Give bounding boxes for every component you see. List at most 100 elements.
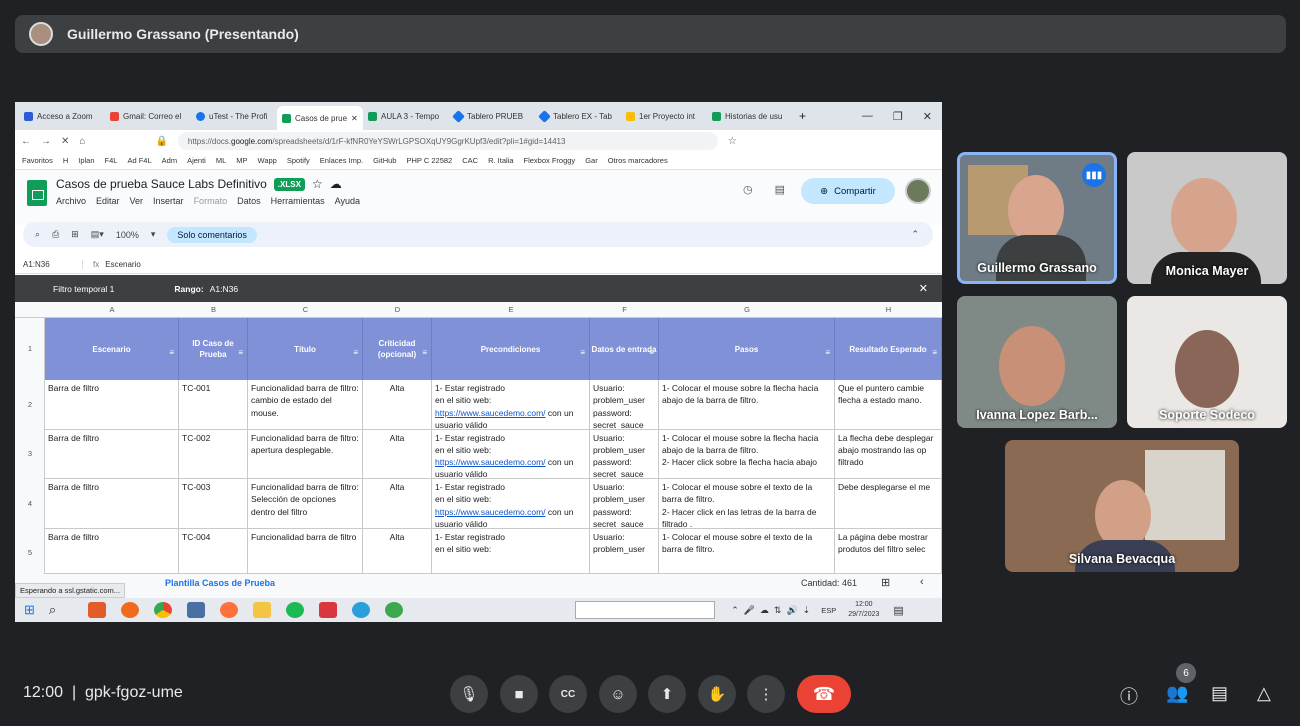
chrome-icon[interactable] bbox=[154, 602, 173, 618]
language-indicator[interactable]: ESP bbox=[821, 606, 836, 615]
folder-icon[interactable] bbox=[253, 602, 272, 618]
filter-icon[interactable]: ≡ bbox=[169, 347, 174, 358]
name-box[interactable]: A1:N36 bbox=[15, 260, 83, 269]
table-cell[interactable]: Funcionalidad barra de filtro: apertura … bbox=[248, 429, 363, 479]
participant-tile[interactable]: Soporte Sodeco bbox=[1127, 296, 1287, 428]
menu-item[interactable]: Herramientas bbox=[271, 196, 325, 206]
row-number[interactable]: 3 bbox=[15, 449, 45, 458]
participant-tile[interactable]: Silvana Bevacqua bbox=[1005, 440, 1239, 572]
filter-icon[interactable]: ≡ bbox=[422, 347, 427, 358]
row-number[interactable]: 1 bbox=[15, 344, 45, 353]
home-icon[interactable]: ⌂ bbox=[79, 136, 85, 147]
participant-tile[interactable]: Monica Mayer bbox=[1127, 152, 1287, 284]
bookmark-item[interactable]: R. Italia bbox=[488, 156, 513, 165]
bookmark-item[interactable]: Ajenti bbox=[187, 156, 206, 165]
avatar[interactable] bbox=[905, 178, 931, 204]
table-cell[interactable]: 1- Estar registrado en el sitio web: https… bbox=[432, 479, 590, 529]
table-cell[interactable]: Usuario: problem_user password: secret_s… bbox=[590, 429, 659, 479]
column-letter[interactable]: E bbox=[432, 305, 590, 314]
browser-tab[interactable]: Tablero EX - Tab bbox=[535, 105, 621, 127]
chevron-down-icon[interactable]: ▾ bbox=[151, 229, 156, 240]
participant-tile[interactable]: Ivanna Lopez Barb... bbox=[957, 296, 1117, 428]
forward-icon[interactable]: → bbox=[41, 136, 51, 147]
filter-icon[interactable]: ≡ bbox=[580, 347, 585, 358]
new-tab-icon[interactable]: + bbox=[799, 109, 806, 123]
participant-tile[interactable]: ▮▮▮ Guillermo Grassano bbox=[957, 152, 1117, 284]
sheet-tab[interactable]: Plantilla Casos de Prueba bbox=[165, 578, 275, 588]
table-cell[interactable]: Barra de filtro bbox=[45, 528, 179, 574]
emoji-button[interactable]: ☺ bbox=[599, 675, 637, 713]
taskbar-clock[interactable]: 12:00 29/7/2023 bbox=[848, 600, 879, 620]
comment-icon[interactable]: ▤ bbox=[775, 183, 785, 196]
table-header-cell[interactable]: Datos de entrada ≡ bbox=[590, 318, 659, 380]
restore-icon[interactable]: ❐ bbox=[893, 110, 903, 123]
table-cell[interactable]: TC-004 bbox=[179, 528, 248, 574]
table-header-cell[interactable]: Título ≡ bbox=[248, 318, 363, 380]
table-cell[interactable]: 1- Estar registrado en el sitio web: bbox=[432, 528, 590, 574]
camera-button[interactable]: ■ bbox=[500, 675, 538, 713]
comment-add-icon[interactable]: ⊞ bbox=[71, 229, 79, 240]
table-cell[interactable]: Usuario: problem_user password: secret_s… bbox=[590, 380, 659, 430]
table-cell[interactable]: 1- Colocar el mouse sobre el texto de la… bbox=[659, 528, 835, 574]
brave-icon[interactable] bbox=[88, 602, 107, 618]
table-cell[interactable]: 1- Colocar el mouse sobre el texto de la… bbox=[659, 479, 835, 529]
present-button[interactable]: ⬆ bbox=[648, 675, 686, 713]
edge-icon[interactable] bbox=[352, 602, 371, 618]
browser-tab[interactable]: 1er Proyecto int bbox=[621, 105, 707, 127]
table-cell[interactable]: TC-002 bbox=[179, 429, 248, 479]
row-number[interactable]: 4 bbox=[15, 499, 45, 508]
filter-icon[interactable]: ≡ bbox=[649, 347, 654, 358]
end-call-button[interactable]: ☎ bbox=[797, 675, 851, 713]
browser-tab[interactable]: Acceso a Zoom bbox=[19, 105, 105, 127]
bookmark-item[interactable]: Favoritos bbox=[22, 156, 53, 165]
search-icon[interactable]: ⌕ bbox=[49, 602, 56, 618]
taskbar-search-input[interactable] bbox=[575, 601, 716, 619]
bookmark-item[interactable]: Flexbox Froggy bbox=[524, 156, 576, 165]
table-cell[interactable]: Usuario: problem_user bbox=[590, 528, 659, 574]
column-letter[interactable]: C bbox=[248, 305, 363, 314]
browser-tab-active[interactable]: Casos de prue ✕ bbox=[277, 106, 363, 130]
bookmark-item[interactable]: Otros marcadores bbox=[608, 156, 668, 165]
table-header-cell[interactable]: Escenario ≡ bbox=[45, 318, 179, 380]
column-letter[interactable]: G bbox=[659, 305, 835, 314]
menu-item[interactable]: Ver bbox=[130, 196, 144, 206]
menu-item[interactable]: Datos bbox=[237, 196, 261, 206]
table-cell[interactable]: Usuario: problem_user password: secret_s… bbox=[590, 479, 659, 529]
browser-tab[interactable]: Historias de usu bbox=[707, 105, 793, 127]
bookmark-item[interactable]: CAC bbox=[462, 156, 478, 165]
sheet-title[interactable]: Casos de prueba Sauce Labs Definitivo bbox=[56, 177, 267, 191]
captions-button[interactable]: CC bbox=[549, 675, 587, 713]
table-header-cell[interactable]: ID Caso de Prueba ≡ bbox=[179, 318, 248, 380]
table-cell[interactable]: 1- Estar registrado en el sitio web: https… bbox=[432, 429, 590, 479]
column-letter[interactable]: D bbox=[363, 305, 432, 314]
url-field[interactable]: https://docs. google.com/spreadsheets/d/1… bbox=[177, 132, 718, 150]
row-number[interactable]: 2 bbox=[15, 400, 45, 409]
table-cell[interactable]: Alta bbox=[363, 380, 432, 430]
history-icon[interactable]: ◷ bbox=[743, 183, 753, 196]
table-cell[interactable]: Que el puntero cambie flecha a estado ma… bbox=[835, 380, 942, 430]
bookmark-item[interactable]: Ad F4L bbox=[127, 156, 151, 165]
filter-icon[interactable]: ≡ bbox=[825, 347, 830, 358]
table-cell[interactable]: La página debe mostrar produtos del filt… bbox=[835, 528, 942, 574]
column-letter[interactable]: B bbox=[179, 305, 248, 314]
people-icon[interactable]: 👥 bbox=[1166, 683, 1188, 704]
bookmark-item[interactable]: Adm bbox=[162, 156, 177, 165]
bookmark-item[interactable]: ML bbox=[216, 156, 226, 165]
bookmark-item[interactable]: H bbox=[63, 156, 68, 165]
back-icon[interactable]: ← bbox=[21, 136, 31, 147]
table-cell[interactable]: Debe desplegarse el me bbox=[835, 479, 942, 529]
row-number[interactable]: 5 bbox=[15, 548, 45, 557]
share-button[interactable]: ⊕ Compartir bbox=[801, 178, 895, 204]
table-cell[interactable]: Alta bbox=[363, 528, 432, 574]
chevron-left-icon[interactable]: ‹ bbox=[920, 576, 924, 588]
browser-tab[interactable]: uTest - The Profi bbox=[191, 105, 277, 127]
table-cell[interactable]: 1- Colocar el mouse sobre la flecha haci… bbox=[659, 380, 835, 430]
table-cell[interactable]: 1- Colocar el mouse sobre la flecha haci… bbox=[659, 429, 835, 479]
minimize-icon[interactable]: — bbox=[862, 110, 873, 123]
filter-icon[interactable]: ≡ bbox=[932, 347, 937, 358]
spotify-icon[interactable] bbox=[286, 602, 305, 618]
menu-item[interactable]: Editar bbox=[96, 196, 120, 206]
notification-icon[interactable]: ▤ bbox=[893, 604, 903, 617]
table-cell[interactable]: TC-001 bbox=[179, 380, 248, 430]
pdf-icon[interactable] bbox=[319, 602, 338, 618]
